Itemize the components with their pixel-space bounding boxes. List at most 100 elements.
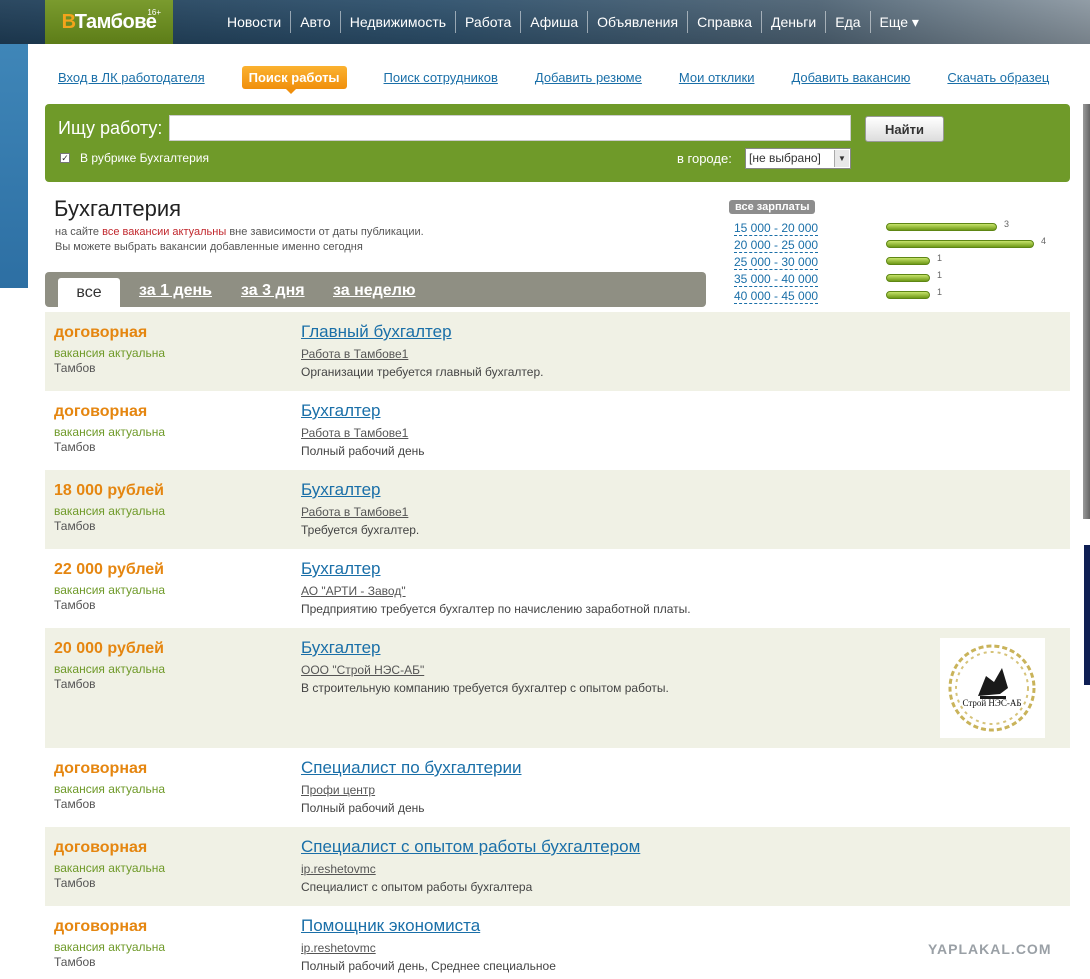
nav-item-food[interactable]: Еда — [826, 11, 871, 33]
vacancy-city: Тамбов — [54, 797, 96, 811]
tab-3-days[interactable]: за 3 дня — [241, 282, 305, 300]
salary-range-link[interactable]: 35 000 - 40 000 — [734, 272, 819, 287]
vacancy-description: Требуется бухгалтер. — [301, 523, 420, 537]
vacancy-city: Тамбов — [54, 598, 96, 612]
logo-prefix: В — [61, 10, 76, 33]
vacancy-status: вакансия актуальна — [54, 425, 166, 439]
add-resume-link[interactable]: Добавить резюме — [535, 70, 642, 85]
vacancy-salary: 20 000 рублей — [54, 640, 165, 657]
vacancy-company-link[interactable]: ip.reshetovmc — [301, 862, 376, 876]
vacancy-title-link[interactable]: Бухгалтер — [301, 638, 381, 658]
vacancy-list: договорная вакансия актуальна Тамбов Гла… — [45, 312, 1070, 979]
vacancy-salary: договорная — [54, 403, 148, 420]
vacancy-salary: 18 000 рублей — [54, 482, 165, 499]
vacancy-city: Тамбов — [54, 876, 96, 890]
city-label: в городе: — [677, 151, 732, 166]
salary-count-bar — [886, 257, 930, 265]
staff-search-link[interactable]: Поиск сотрудников — [384, 70, 498, 85]
city-select-value: [не выбрано] — [749, 151, 821, 165]
vacancy-description: Полный рабочий день, Среднее специальное — [301, 959, 556, 973]
vacancy-row: договорная вакансия актуальна Тамбов Спе… — [45, 827, 1070, 906]
salary-count-label: 1 — [937, 287, 943, 297]
vacancy-title-link[interactable]: Главный бухгалтер — [301, 322, 452, 342]
vacancy-row: 18 000 рублей вакансия актуальна Тамбов … — [45, 470, 1070, 549]
all-actual-highlight: все вакансии актуальны — [102, 226, 227, 238]
vacancy-row: договорная вакансия актуальна Тамбов Гла… — [45, 312, 1070, 391]
vacancy-title-link[interactable]: Бухгалтер — [301, 401, 381, 421]
vacancy-title-link[interactable]: Помощник экономиста — [301, 916, 480, 936]
nav-item-events[interactable]: Афиша — [521, 11, 589, 33]
salary-count-bar — [886, 274, 930, 282]
rubric-checkbox[interactable]: ✓ — [60, 153, 70, 163]
watermark: YAPLAKAL.COM — [928, 941, 1052, 957]
tab-1-day[interactable]: за 1 день — [139, 282, 212, 300]
find-button[interactable]: Найти — [865, 116, 944, 142]
add-vacancy-link[interactable]: Добавить вакансию — [791, 70, 910, 85]
main-nav: Новости Авто Недвижимость Работа Афиша О… — [218, 0, 928, 44]
nav-item-auto[interactable]: Авто — [291, 11, 341, 33]
salary-range-link[interactable]: 20 000 - 25 000 — [734, 238, 819, 253]
nav-item-more[interactable]: Еще ▾ — [871, 11, 928, 33]
vacancy-title-link[interactable]: Бухгалтер — [301, 480, 381, 500]
nav-item-classifieds[interactable]: Объявления — [588, 11, 689, 33]
right-decor-strip — [1083, 104, 1090, 519]
vacancy-row: договорная вакансия актуальна Тамбов Бух… — [45, 391, 1070, 470]
vacancy-city: Тамбов — [54, 361, 96, 375]
vacancy-salary: договорная — [54, 760, 148, 777]
city-select[interactable]: [не выбрано] ▼ — [745, 148, 851, 169]
vacancy-row: договорная вакансия актуальна Тамбов Спе… — [45, 748, 1070, 827]
salary-count-label: 3 — [1004, 219, 1010, 229]
vacancy-description: Специалист с опытом работы бухгалтера — [301, 880, 533, 894]
category-note-today: Вы можете выбрать вакансии добавленные и… — [55, 241, 363, 253]
vacancy-description: Предприятию требуется бухгалтер по начис… — [301, 602, 691, 616]
nav-item-reference[interactable]: Справка — [688, 11, 763, 33]
site-logo[interactable]: ВТамбове 16+ — [45, 0, 173, 44]
search-input[interactable] — [169, 115, 851, 141]
download-sample-link[interactable]: Скачать образец — [947, 70, 1049, 85]
all-salaries-button[interactable]: все зарплаты — [729, 200, 816, 214]
vacancy-company-link[interactable]: Работа в Тамбове1 — [301, 347, 408, 361]
nav-item-realty[interactable]: Недвижимость — [341, 11, 457, 33]
nav-item-jobs[interactable]: Работа — [456, 11, 522, 33]
vacancy-title-link[interactable]: Специалист с опытом работы бухгалтером — [301, 837, 640, 857]
vacancy-salary: 22 000 рублей — [54, 561, 165, 578]
vacancy-title-link[interactable]: Бухгалтер — [301, 559, 381, 579]
job-search-tab[interactable]: Поиск работы — [241, 66, 347, 94]
right-banner-edge — [1084, 545, 1090, 685]
vacancy-city: Тамбов — [54, 519, 96, 533]
company-logo-text: Строй НЭС-АБ — [962, 698, 1021, 708]
top-navigation-bar: ВТамбове 16+ Новости Авто Недвижимость Р… — [0, 0, 1090, 44]
vacancy-status: вакансия актуальна — [54, 346, 166, 360]
vacancy-company-link[interactable]: Работа в Тамбове1 — [301, 505, 408, 519]
vacancy-city: Тамбов — [54, 677, 96, 691]
category-title: Бухгалтерия — [54, 196, 182, 221]
vacancy-company-link[interactable]: Профи центр — [301, 783, 375, 797]
vacancy-company-link[interactable]: ip.reshetovmc — [301, 941, 376, 955]
company-logo[interactable]: Строй НЭС-АБ — [940, 638, 1045, 738]
vacancy-company-link[interactable]: АО "АРТИ - Завод" — [301, 584, 406, 598]
salary-range-link[interactable]: 25 000 - 30 000 — [734, 255, 819, 270]
salary-range-link[interactable]: 40 000 - 45 000 — [734, 289, 819, 304]
tab-week[interactable]: за неделю — [333, 282, 416, 300]
vacancy-status: вакансия актуальна — [54, 662, 166, 676]
vacancy-company-link[interactable]: ООО "Строй НЭС-АБ" — [301, 663, 424, 677]
vacancy-row: 20 000 рублей вакансия актуальна Тамбов … — [45, 628, 1070, 748]
vacancy-description: Организации требуется главный бухгалтер. — [301, 365, 544, 379]
left-decor-strip — [0, 44, 28, 288]
my-responses-link[interactable]: Мои отклики — [679, 70, 755, 85]
nav-item-money[interactable]: Деньги — [762, 11, 827, 33]
tab-all[interactable]: все — [58, 278, 120, 307]
employer-login-link[interactable]: Вход в ЛК работодателя — [58, 70, 205, 85]
jobs-subnav: Вход в ЛК работодателя Поиск работы Поис… — [58, 66, 1086, 94]
nav-item-news[interactable]: Новости — [218, 11, 292, 33]
salary-count-bar — [886, 240, 1034, 248]
logo-name: Тамбове — [74, 10, 157, 33]
vacancy-company-link[interactable]: Работа в Тамбове1 — [301, 426, 408, 440]
salary-range-link[interactable]: 15 000 - 20 000 — [734, 221, 819, 236]
salary-count-bar — [886, 291, 930, 299]
salary-count-label: 4 — [1041, 236, 1047, 246]
vacancy-status: вакансия актуальна — [54, 861, 166, 875]
vacancy-title-link[interactable]: Специалист по бухгалтерии — [301, 758, 522, 778]
job-search-panel: Ищу работу: Найти ✓ В рубрике Бухгалтери… — [45, 104, 1070, 182]
salary-range-list: 15 000 - 20 000 20 000 - 25 000 25 000 -… — [734, 221, 819, 306]
